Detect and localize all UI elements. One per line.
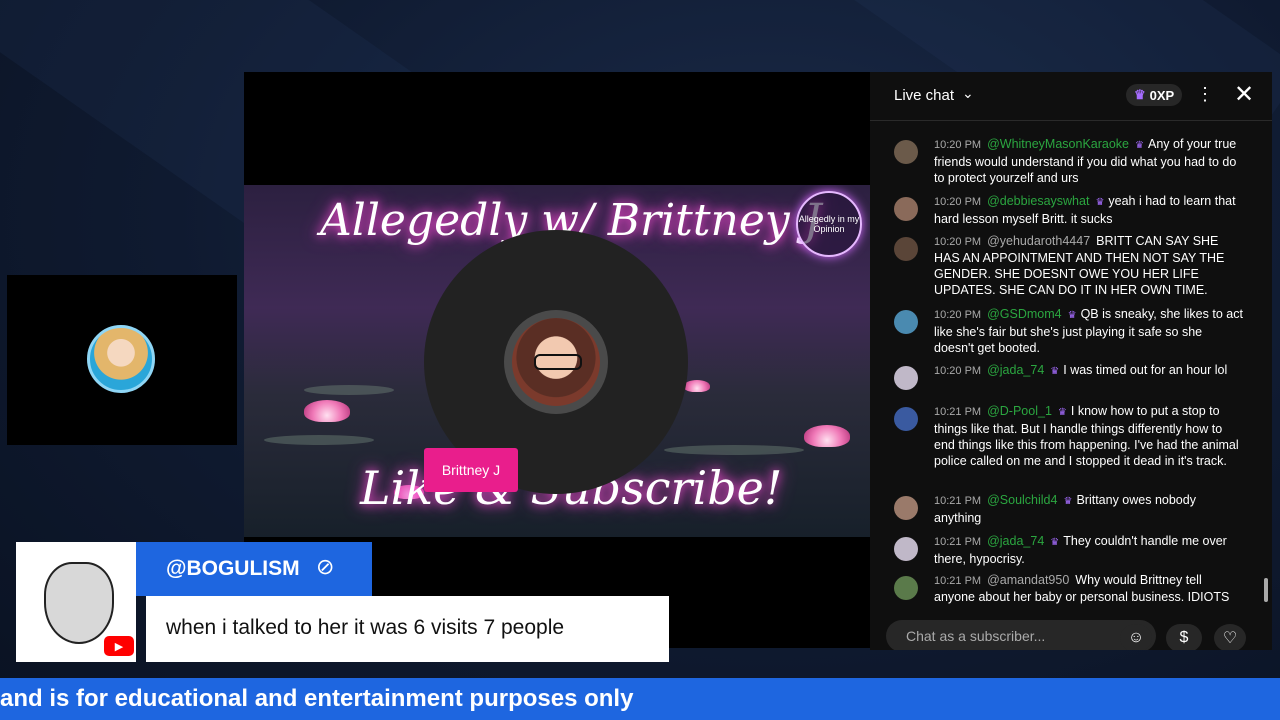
banner-badge-logo: Allegedly in my Opinion bbox=[796, 191, 862, 257]
message-user[interactable]: @Soulchild4 bbox=[987, 493, 1057, 507]
glasses-shape bbox=[534, 354, 582, 370]
comment-text: when i talked to her it was 6 visits 7 p… bbox=[166, 616, 565, 639]
comment-user: @BOGULISM bbox=[166, 557, 300, 580]
member-badge-icon: ♛ bbox=[1050, 366, 1060, 377]
speaker-avatar bbox=[512, 318, 600, 406]
guest-tile bbox=[7, 275, 237, 445]
chat-scrollbar[interactable] bbox=[1264, 578, 1268, 602]
message-user[interactable]: @D-Pool_1 bbox=[987, 404, 1052, 418]
super-chat-icon[interactable]: $ bbox=[1166, 624, 1202, 650]
message-time: 10:21 PM bbox=[934, 536, 982, 548]
user-avatar[interactable] bbox=[894, 197, 918, 221]
message-time: 10:20 PM bbox=[934, 309, 982, 321]
message-user[interactable]: @jada_74 bbox=[987, 534, 1044, 548]
chevron-down-icon[interactable]: ⌄ bbox=[962, 85, 974, 102]
heart-icon[interactable]: ♡ bbox=[1214, 624, 1246, 650]
message-time: 10:21 PM bbox=[934, 406, 982, 418]
ticker-text: and is for educational and entertainment… bbox=[0, 685, 634, 712]
ticker-bar: and is for educational and entertainment… bbox=[0, 678, 1280, 720]
chat-input[interactable]: Chat as a subscriber... bbox=[886, 620, 1156, 650]
user-avatar[interactable] bbox=[894, 576, 918, 600]
guest-avatar bbox=[87, 325, 155, 393]
youtube-icon: ▶ bbox=[104, 636, 134, 656]
xp-value: 0XP bbox=[1149, 87, 1175, 103]
user-avatar[interactable] bbox=[894, 237, 918, 261]
message-user[interactable]: @yehudaroth4447 bbox=[987, 234, 1090, 248]
member-badge-icon: ♛ bbox=[1057, 407, 1067, 418]
comment-box: when i talked to her it was 6 visits 7 p… bbox=[146, 596, 669, 662]
message-user[interactable]: @jada_74 bbox=[987, 363, 1044, 377]
member-badge-icon: ♛ bbox=[1095, 197, 1105, 208]
circle-slash-icon: ⊘ bbox=[316, 554, 335, 579]
message-time: 10:20 PM bbox=[934, 196, 982, 208]
message-text: I was timed out for an hour lol bbox=[1063, 363, 1228, 377]
user-avatar[interactable] bbox=[894, 366, 918, 390]
lily-pad bbox=[664, 445, 804, 455]
comment-avatar: ▶ bbox=[16, 542, 136, 662]
user-avatar[interactable] bbox=[894, 140, 918, 164]
crown-icon: ♛ bbox=[1134, 87, 1146, 102]
member-badge-icon: ♛ bbox=[1063, 496, 1073, 507]
message-time: 10:20 PM bbox=[934, 365, 982, 377]
message-user[interactable]: @GSDmom4 bbox=[987, 307, 1062, 321]
live-chat-panel: Live chat ⌄ ♛ 0XP ⋮ ✕ 10:20 PM @WhitneyMa… bbox=[870, 72, 1272, 650]
user-avatar[interactable] bbox=[894, 496, 918, 520]
xp-badge[interactable]: ♛ 0XP bbox=[1126, 84, 1183, 106]
close-icon[interactable]: ✕ bbox=[1234, 80, 1254, 109]
member-badge-icon: ♛ bbox=[1067, 310, 1077, 321]
lily-pad bbox=[304, 385, 394, 395]
lily-pad bbox=[264, 435, 374, 445]
chat-message-list: 10:20 PM @WhitneyMasonKaraoke ♛ Any of your… bbox=[870, 121, 1272, 609]
avatar-sketch bbox=[44, 562, 114, 644]
message-time: 10:21 PM bbox=[934, 495, 982, 507]
user-avatar[interactable] bbox=[894, 407, 918, 431]
chat-title[interactable]: Live chat bbox=[894, 87, 954, 104]
message-user[interactable]: @amandat950 bbox=[987, 573, 1069, 587]
member-badge-icon: ♛ bbox=[1135, 140, 1144, 151]
message-time: 10:20 PM bbox=[934, 139, 982, 151]
speaker-name-tag: Brittney J bbox=[424, 448, 518, 492]
user-avatar[interactable] bbox=[894, 537, 918, 561]
more-vert-icon[interactable]: ⋮ bbox=[1196, 84, 1214, 105]
message-user[interactable]: @WhitneyMasonKaraoke bbox=[987, 137, 1129, 151]
message-time: 10:20 PM bbox=[934, 236, 982, 248]
chat-header: Live chat ⌄ ♛ 0XP ⋮ ✕ bbox=[870, 72, 1272, 121]
emoji-icon[interactable]: ☺ bbox=[1120, 624, 1152, 650]
message-time: 10:21 PM bbox=[934, 575, 982, 587]
lotus-flower bbox=[804, 425, 850, 447]
member-badge-icon: ♛ bbox=[1050, 537, 1060, 548]
user-avatar[interactable] bbox=[894, 310, 918, 334]
lotus-flower bbox=[684, 380, 710, 392]
message-user[interactable]: @debbiesayswhat bbox=[987, 194, 1089, 208]
comment-user-bar: @BOGULISM ⊘ bbox=[136, 542, 372, 596]
lotus-flower bbox=[304, 400, 350, 422]
